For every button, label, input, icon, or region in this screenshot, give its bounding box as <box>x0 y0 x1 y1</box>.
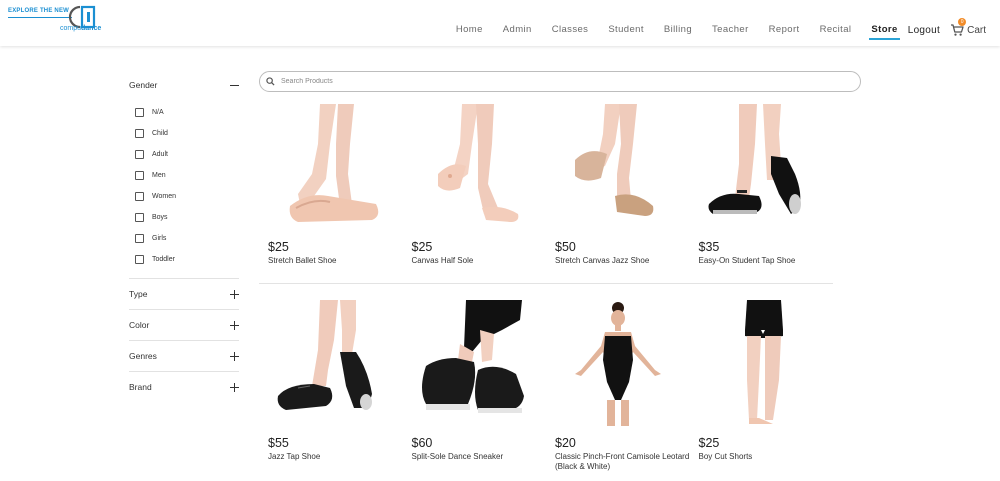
product-name[interactable]: Easy-On Student Tap Shoe <box>699 256 834 266</box>
gender-option-toddler[interactable]: Toddler <box>129 249 239 270</box>
expand-icon[interactable] <box>230 320 239 330</box>
logo-brand: compudance <box>60 25 102 32</box>
product-card[interactable]: $20 Classic Pinch-Front Camisole Leotard… <box>546 284 690 474</box>
dance-sneaker-image[interactable] <box>412 300 538 426</box>
gender-option-men[interactable]: Men <box>129 165 239 186</box>
product-price: $25 <box>698 436 720 450</box>
color-filter[interactable]: Color <box>129 310 239 340</box>
search-input[interactable] <box>281 78 841 85</box>
boy-cut-shorts-image[interactable] <box>699 300 825 426</box>
brand-filter-title: Brand <box>129 382 152 392</box>
gender-options: N/A Child Adult Men Women Boys Girls Tod… <box>129 102 239 270</box>
product-card[interactable]: $25 Canvas Half Sole <box>402 104 547 284</box>
brand-filter[interactable]: Brand <box>129 372 239 402</box>
product-name[interactable]: Canvas Half Sole <box>412 256 547 266</box>
genres-filter[interactable]: Genres <box>129 341 239 371</box>
jazz-tap-shoe-image[interactable] <box>268 300 394 426</box>
nav-admin[interactable]: Admin <box>503 20 532 40</box>
product-price: $60 <box>411 436 433 450</box>
gender-option-women[interactable]: Women <box>129 186 239 207</box>
product-card[interactable]: $25 Stretch Ballet Shoe <box>259 104 403 284</box>
gender-option-child[interactable]: Child <box>129 123 239 144</box>
cart-button[interactable]: 0 Cart <box>950 18 986 40</box>
gender-filter-title: Gender <box>129 80 158 90</box>
expand-icon[interactable] <box>230 351 239 361</box>
product-search-bar[interactable] <box>259 71 861 92</box>
expand-icon[interactable] <box>230 289 239 299</box>
nav-student[interactable]: Student <box>608 20 644 40</box>
expand-icon[interactable] <box>230 382 239 392</box>
filter-sidebar: Gender N/A Child Adult Men Women Boys Gi… <box>129 77 239 402</box>
nav-recital[interactable]: Recital <box>820 20 852 40</box>
nav-report[interactable]: Report <box>769 20 800 40</box>
product-card[interactable]: $25 Boy Cut Shorts <box>690 284 834 474</box>
collapse-icon[interactable] <box>230 81 239 90</box>
checkbox[interactable] <box>135 213 144 222</box>
product-name[interactable]: Stretch Canvas Jazz Shoe <box>555 256 690 266</box>
nav-home[interactable]: Home <box>456 20 483 40</box>
checkbox[interactable] <box>135 150 144 159</box>
gender-option-boys[interactable]: Boys <box>129 207 239 228</box>
top-header: EXPLORE THE NEW compudance Home Admin Cl… <box>0 0 1000 46</box>
checkbox[interactable] <box>135 234 144 243</box>
product-name[interactable]: Stretch Ballet Shoe <box>268 256 403 266</box>
product-card[interactable]: $60 Split-Sole Dance Sneaker <box>403 284 547 474</box>
product-grid: $25 Stretch Ballet Shoe $25 Canvas Half … <box>259 104 833 474</box>
product-price: $50 <box>555 240 576 254</box>
product-price: $35 <box>698 240 720 254</box>
checkbox[interactable] <box>135 192 144 201</box>
jazz-shoe-image[interactable] <box>555 104 681 230</box>
gender-option-na[interactable]: N/A <box>129 102 239 123</box>
ballet-shoe-image[interactable] <box>268 104 394 230</box>
color-filter-title: Color <box>129 320 150 330</box>
product-name[interactable]: Split-Sole Dance Sneaker <box>412 452 547 462</box>
product-card[interactable]: $35 Easy-On Student Tap Shoe <box>689 104 834 284</box>
main-nav: Home Admin Classes Student Billing Teach… <box>436 18 986 40</box>
student-tap-shoe-image[interactable] <box>699 104 825 230</box>
product-price: $25 <box>268 240 289 254</box>
type-filter[interactable]: Type <box>129 279 239 309</box>
logo-tagline: EXPLORE THE NEW <box>8 8 70 14</box>
nav-billing[interactable]: Billing <box>664 20 692 40</box>
product-card[interactable]: $55 Jazz Tap Shoe <box>259 284 403 474</box>
half-sole-image[interactable] <box>412 104 538 230</box>
genres-filter-title: Genres <box>129 351 157 361</box>
checkbox[interactable] <box>135 129 144 138</box>
logo-underline <box>8 17 72 18</box>
cart-label: Cart <box>967 24 986 36</box>
gender-filter-header[interactable]: Gender <box>129 77 239 93</box>
product-price: $55 <box>268 436 289 450</box>
product-name[interactable]: Jazz Tap Shoe <box>268 452 403 462</box>
product-price: $20 <box>555 436 576 450</box>
gender-option-girls[interactable]: Girls <box>129 228 239 249</box>
search-icon <box>266 77 275 86</box>
checkbox[interactable] <box>135 255 144 264</box>
nav-store[interactable]: Store <box>869 20 901 40</box>
product-name[interactable]: Boy Cut Shorts <box>699 452 834 462</box>
gender-option-adult[interactable]: Adult <box>129 144 239 165</box>
compudance-logo[interactable]: EXPLORE THE NEW compudance <box>8 3 108 35</box>
cart-icon: 0 <box>950 18 967 37</box>
product-card[interactable]: $50 Stretch Canvas Jazz Shoe <box>546 104 690 284</box>
product-name[interactable]: Classic Pinch-Front Camisole Leotard (Bl… <box>555 452 690 472</box>
nav-classes[interactable]: Classes <box>552 20 589 40</box>
checkbox[interactable] <box>135 108 144 117</box>
camisole-leotard-image[interactable] <box>555 300 681 426</box>
logout-link[interactable]: Logout <box>908 20 940 40</box>
nav-teacher[interactable]: Teacher <box>712 20 749 40</box>
type-filter-title: Type <box>129 289 148 299</box>
product-price: $25 <box>411 240 433 254</box>
checkbox[interactable] <box>135 171 144 180</box>
cart-count-badge: 0 <box>958 18 967 26</box>
